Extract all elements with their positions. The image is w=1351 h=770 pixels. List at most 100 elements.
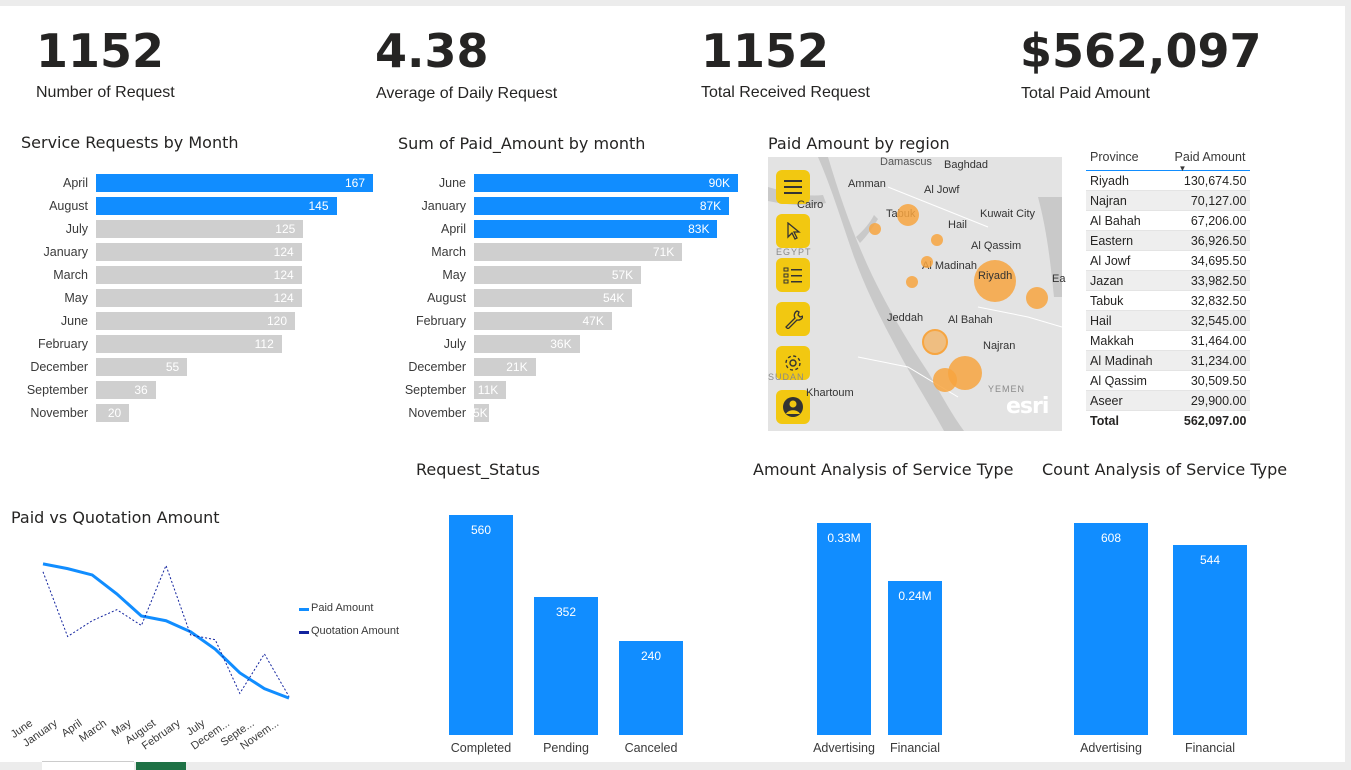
table-row[interactable]: Al Qassim 30,509.50 xyxy=(1086,370,1251,391)
map-bubble-makkah[interactable] xyxy=(922,329,948,355)
amount-service-bar[interactable] xyxy=(888,580,942,735)
table-total-row: Total 562,097.00 xyxy=(1086,410,1251,430)
amount-service-title: Amount Analysis of Service Type xyxy=(753,460,1014,479)
paid-by-month-row[interactable]: February 47K xyxy=(416,312,738,330)
kpi-average-daily-label: Average of Daily Request xyxy=(376,85,558,102)
paid-by-month-data-label: 5K xyxy=(473,406,488,420)
paid-by-month-row[interactable]: November 5K xyxy=(408,404,738,422)
table-row[interactable]: Aseer 29,900.00 xyxy=(1086,390,1251,411)
request-status-bar[interactable] xyxy=(449,515,513,735)
service-requests-category-label: February xyxy=(37,337,88,351)
request-status-chart[interactable]: 560 Completed 352 Pending 240 Canceled xyxy=(430,501,710,759)
province-cell: Hail xyxy=(1086,310,1157,331)
count-service-chart[interactable]: 608 Advertising 544 Financial xyxy=(1064,501,1264,759)
table-row[interactable]: Riyadh 130,674.50 xyxy=(1086,170,1251,191)
service-requests-row[interactable]: June 120 xyxy=(61,312,373,330)
paid-by-month-data-label: 21K xyxy=(506,360,528,374)
paid-amount-cell: 36,926.50 xyxy=(1156,230,1251,251)
service-requests-category-label: November xyxy=(30,406,88,420)
service-requests-row[interactable]: April 167 xyxy=(63,174,373,192)
paid-by-month-row[interactable]: September 11K xyxy=(405,381,738,399)
map-label-sudan: SUDAN xyxy=(768,372,805,382)
kpi-total-paid-label: Total Paid Amount xyxy=(1021,85,1150,102)
column-header-province[interactable]: Province xyxy=(1086,142,1157,171)
paid-by-month-chart[interactable]: June 90K January 87K April 83K March 71K May 57K A… xyxy=(405,174,738,424)
service-requests-chart[interactable]: April 167 August 145 July 125 January 124 March 1… xyxy=(27,174,373,424)
service-requests-row[interactable]: August 145 xyxy=(49,197,373,215)
table-row[interactable]: Makkah 31,464.00 xyxy=(1086,330,1251,351)
service-requests-row[interactable]: January 124 xyxy=(44,243,373,261)
page-tab[interactable] xyxy=(42,761,134,770)
count-service-title: Count Analysis of Service Type xyxy=(1042,460,1288,479)
paid-by-month-data-label: 54K xyxy=(603,291,625,305)
amount-service-bar[interactable] xyxy=(817,523,871,735)
service-requests-row[interactable]: May 124 xyxy=(64,289,373,307)
paid-by-month-row[interactable]: June 90K xyxy=(439,174,738,192)
service-requests-row[interactable]: July 125 xyxy=(66,220,373,238)
map-bubble-qassim[interactable] xyxy=(921,256,933,268)
service-requests-row[interactable]: November 20 xyxy=(30,404,373,422)
paid-by-month-row[interactable]: July 36K xyxy=(444,335,738,353)
kpi-total-received-value: 1152 xyxy=(701,24,830,78)
paid-vs-quotation-chart[interactable]: June January April March May August February Ju… xyxy=(9,536,410,756)
kpi-total-received-label: Total Received Request xyxy=(701,84,870,101)
table-row[interactable]: Al Jowf 34,695.50 xyxy=(1086,250,1251,271)
map-label-al-qassim: Al Qassim xyxy=(971,240,1022,252)
paid-by-month-row[interactable]: March 71K xyxy=(431,243,738,261)
table-row[interactable]: Najran 70,127.00 xyxy=(1086,190,1251,211)
legend-label-paid[interactable]: Paid Amount xyxy=(311,602,373,614)
report-canvas: 1152 Number of Request 4.38 Average of D… xyxy=(0,6,1345,762)
kpi-average-daily-value: 4.38 xyxy=(375,24,489,78)
paid-by-month-row[interactable]: April 83K xyxy=(441,220,738,238)
map-legend-button[interactable] xyxy=(776,258,810,292)
service-requests-category-label: September xyxy=(26,383,88,397)
map-bubble-hail[interactable] xyxy=(931,234,943,246)
table-row[interactable]: Jazan 33,982.50 xyxy=(1086,270,1251,291)
paid-amount-cell: 31,464.00 xyxy=(1156,330,1251,351)
map-tools-button[interactable] xyxy=(776,302,810,336)
request-status-data-label: 240 xyxy=(640,648,662,663)
table-row[interactable]: Al Bahah 67,206.00 xyxy=(1086,210,1251,231)
series-line-quotation[interactable] xyxy=(42,564,290,697)
paid-amount-cell: 32,545.00 xyxy=(1156,310,1251,331)
table-row[interactable]: Al Madinah 31,234.00 xyxy=(1086,350,1251,371)
count-service-bar[interactable] xyxy=(1074,523,1148,735)
map-bubble-jowf[interactable] xyxy=(869,223,881,235)
count-service-bar[interactable] xyxy=(1173,545,1247,735)
map-label-amman: Amman xyxy=(848,178,886,190)
map-select-button[interactable] xyxy=(776,214,810,248)
map-bubble-eastern[interactable] xyxy=(1026,287,1048,309)
province-table[interactable]: Province Paid Amount ▼ Riyadh 130,674.50 N… xyxy=(1086,142,1251,430)
service-requests-row[interactable]: March 124 xyxy=(53,266,373,284)
service-requests-row[interactable]: February 112 xyxy=(38,335,373,353)
amount-service-chart[interactable]: 0.33M Advertising 0.24M Financial xyxy=(806,501,956,759)
map-label-kuwait-city: Kuwait City xyxy=(980,208,1036,220)
table-row[interactable]: Hail 32,545.00 xyxy=(1086,310,1251,331)
page-tab-active[interactable] xyxy=(136,762,186,770)
paid-by-month-row[interactable]: December 21K xyxy=(408,358,738,376)
paid-by-month-row[interactable]: May 57K xyxy=(442,266,738,284)
service-requests-row[interactable]: September 36 xyxy=(27,381,373,399)
kpi-number-of-request-value: 1152 xyxy=(36,24,165,78)
table-row[interactable]: Tabuk 32,832.50 xyxy=(1086,290,1251,311)
kpi-number-of-request-label: Number of Request xyxy=(36,84,175,101)
paid-by-month-row[interactable]: August 54K xyxy=(427,289,738,307)
map-bubble-tabuk[interactable] xyxy=(897,204,919,226)
paid-by-month-data-label: 57K xyxy=(611,268,634,282)
paid-by-month-row[interactable]: January 87K xyxy=(422,197,738,215)
table-row[interactable]: Eastern 36,926.50 xyxy=(1086,230,1251,251)
province-cell: Eastern xyxy=(1086,230,1157,251)
column-header-paid-amount[interactable]: Paid Amount ▼ xyxy=(1156,142,1251,173)
map-label-damascus: Damascus xyxy=(880,156,932,168)
service-requests-category-label: December xyxy=(30,360,88,374)
service-requests-data-label: 145 xyxy=(308,199,329,213)
paid-by-month-category-label: September xyxy=(404,383,466,397)
map-bubble-jazan[interactable] xyxy=(933,368,957,392)
map-account-button[interactable] xyxy=(776,390,810,424)
service-requests-row[interactable]: December 55 xyxy=(30,358,373,376)
count-service-data-label: 608 xyxy=(1100,531,1122,545)
series-line-paid[interactable] xyxy=(42,562,290,700)
map-bubble-madinah[interactable] xyxy=(906,276,918,288)
legend-label-quotation[interactable]: Quotation Amount xyxy=(311,625,399,637)
total-value-cell: 562,097.00 xyxy=(1156,410,1251,430)
